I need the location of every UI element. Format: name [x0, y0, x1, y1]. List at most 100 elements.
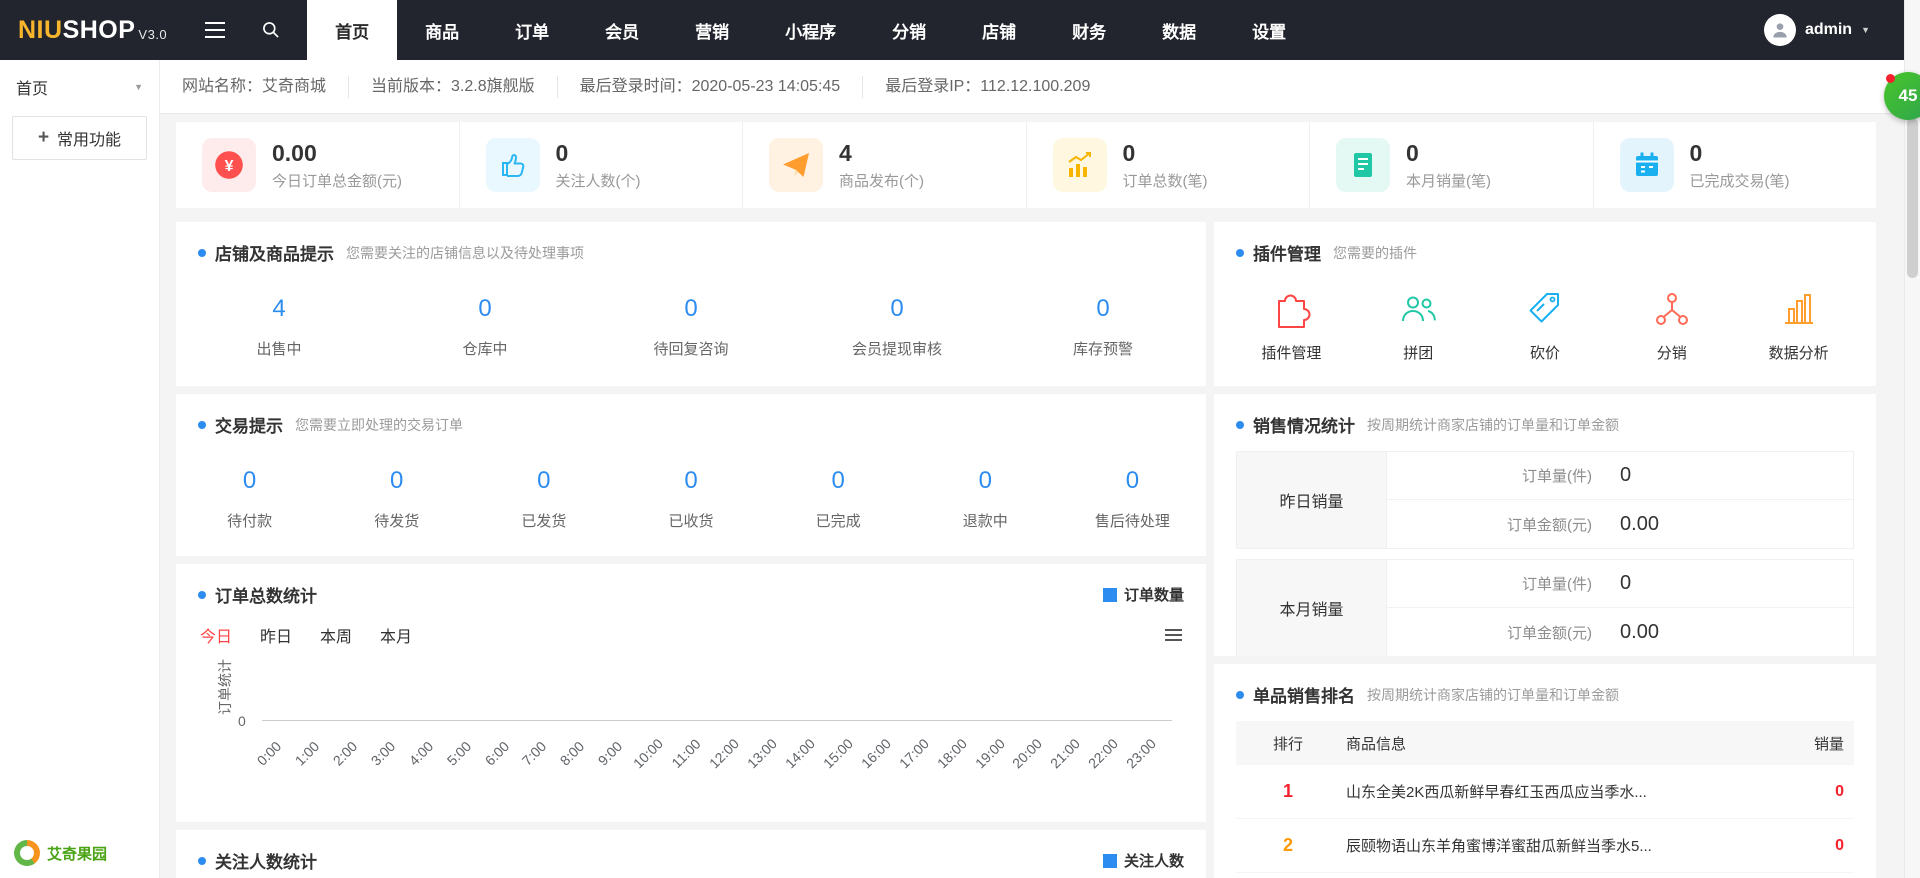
tip-withdraw-review[interactable]: 0 会员提现审核 — [794, 295, 1000, 359]
share-network-icon — [1655, 293, 1688, 325]
plugin-label: 拼团 — [1403, 345, 1434, 362]
nav-item-members[interactable]: 会员 — [577, 0, 667, 60]
nav-item-orders[interactable]: 订单 — [487, 0, 577, 60]
site-version: 当前版本：3.2.8旗舰版 — [349, 75, 558, 98]
brand-logo[interactable]: NIU SHOP V3.0 — [0, 0, 187, 60]
ranking-row[interactable]: 1 山东全美2K西瓜新鲜早春红玉西瓜应当季水... 0 — [1236, 765, 1854, 819]
sales-metric-row: 订单量(件) 0 — [1387, 452, 1853, 500]
metric-value: 0 — [1620, 464, 1632, 486]
left-column: 店铺及商品提示 您需要关注的店铺信息以及待处理事项 4 出售中 0 仓库中 0 … — [176, 222, 1206, 878]
dashboard-columns: 店铺及商品提示 您需要关注的店铺信息以及待处理事项 4 出售中 0 仓库中 0 … — [176, 222, 1876, 878]
order-chart-x-axis: 0:00 1:00 2:00 3:00 4:00 5:00 6:00 7:00 8:00 9:00… — [254, 723, 1172, 785]
logo-niu: NIU — [18, 15, 63, 44]
goods-name: 辰颐物语山东羊角蜜博洋蜜甜瓜新鲜当季水5... — [1346, 838, 1652, 855]
column-header-sales: 销量 — [1813, 735, 1844, 753]
nav-item-home[interactable]: 首页 — [307, 0, 398, 60]
tip-pending-shipment[interactable]: 0 待发货 — [323, 467, 470, 531]
puzzle-icon — [1278, 294, 1311, 328]
panel-subtitle: 您需要立即处理的交易订单 — [295, 416, 463, 433]
nav-item-finance[interactable]: 财务 — [1044, 0, 1134, 60]
tip-received[interactable]: 0 已收货 — [617, 467, 764, 531]
niushop-admin-app: NIU SHOP V3.0 首页 商品 订单 会员 营销 小程序 分销 店铺 财务 … — [0, 0, 1904, 878]
sales-metric-row: 订单量(件) 0 — [1387, 560, 1853, 608]
tip-on-sale[interactable]: 4 出售中 — [176, 295, 382, 359]
tab-this-month[interactable]: 本月 — [380, 623, 412, 647]
tip-pending-payment[interactable]: 0 待付款 — [176, 467, 323, 531]
shop-logo-text: 艾奇果园 — [47, 845, 108, 863]
tip-refunding[interactable]: 0 退款中 — [912, 467, 1059, 531]
sidebar-item-home[interactable]: 首页 ▼ — [0, 60, 159, 114]
plugin-analytics[interactable]: 数据分析 — [1735, 289, 1862, 363]
plugin-manage[interactable]: 插件管理 — [1228, 289, 1355, 363]
scrollbar-thumb[interactable] — [1907, 118, 1918, 278]
order-chart: 订单统计 0 0:00 1:00 2:00 3:00 4:00 5:00 6:00 7:00 8… — [217, 659, 1172, 785]
add-common-functions-button[interactable]: + 常用功能 — [12, 116, 147, 160]
column-header-goods: 商品信息 — [1346, 735, 1407, 753]
stat-card-total-orders[interactable]: 0 订单总数(笔) — [1027, 122, 1310, 208]
nav-item-shop[interactable]: 店铺 — [954, 0, 1044, 60]
stat-card-month-sales[interactable]: 0 本月销量(笔) — [1310, 122, 1594, 208]
logo-shop: SHOP — [62, 15, 136, 44]
stat-label: 商品发布(个) — [839, 172, 924, 190]
metric-value: 0.00 — [1620, 512, 1659, 535]
sales-period-label: 昨日销量 — [1237, 452, 1387, 548]
panel-sales-stats: 销售情况统计 按周期统计商家店铺的订单量和订单金额 昨日销量 订单量(件) 0 — [1214, 394, 1876, 656]
bullet-icon — [198, 248, 206, 257]
nav-item-distribution[interactable]: 分销 — [864, 0, 954, 60]
stat-value: 0 — [1689, 139, 1703, 166]
panel-title: 销售情况统计 — [1253, 417, 1355, 436]
stat-card-goods-published[interactable]: 4 商品发布(个) — [743, 122, 1027, 208]
stat-label: 关注人数(个) — [555, 172, 641, 190]
tip-value: 0 — [1096, 295, 1110, 322]
metric-label: 订单金额(元) — [1507, 624, 1593, 642]
nav-item-marketing[interactable]: 营销 — [667, 0, 757, 60]
price-tag-icon — [1529, 293, 1559, 323]
shop-logo-icon — [14, 840, 40, 866]
tip-label: 退款中 — [962, 513, 1008, 530]
nav-item-settings[interactable]: 设置 — [1224, 0, 1314, 60]
panel-plugins: 插件管理 您需要的插件 插件管理 拼团 砍价 分销 数据分析 — [1214, 222, 1876, 386]
tip-shipped[interactable]: 0 已发货 — [470, 467, 617, 531]
add-common-functions-label: 常用功能 — [57, 132, 122, 149]
thumbs-up-icon — [485, 138, 540, 192]
right-column: 插件管理 您需要的插件 插件管理 拼团 砍价 分销 数据分析 销售情况统计 按周… — [1214, 222, 1876, 878]
money-icon: ¥ — [202, 138, 256, 192]
stat-label: 已完成交易(笔) — [1689, 172, 1790, 190]
tip-stock-warning[interactable]: 0 库存预警 — [1000, 295, 1206, 359]
stat-card-completed-trades[interactable]: 0 已完成交易(笔) — [1594, 122, 1877, 208]
stat-card-followers[interactable]: 0 关注人数(个) — [460, 122, 743, 208]
chart-menu-icon[interactable] — [1165, 626, 1182, 644]
tip-aftersale-pending[interactable]: 0 售后待处理 — [1059, 467, 1206, 531]
plugin-group-buy[interactable]: 拼团 — [1355, 289, 1482, 363]
tab-this-week[interactable]: 本周 — [320, 623, 352, 647]
sales-group-month: 本月销量 订单量(件) 0 订单金额(元) 0.00 — [1236, 559, 1854, 656]
tip-pending-replies[interactable]: 0 待回复咨询 — [588, 295, 794, 359]
stat-card-order-amount[interactable]: ¥ 0.00 今日订单总金额(元) — [176, 122, 460, 208]
tab-today[interactable]: 今日 — [200, 623, 232, 647]
bullet-icon — [198, 420, 206, 429]
tip-label: 待回复咨询 — [653, 341, 729, 358]
tab-yesterday[interactable]: 昨日 — [260, 623, 292, 647]
plugin-distribution[interactable]: 分销 — [1608, 289, 1735, 363]
tip-value: 0 — [242, 467, 257, 494]
stat-value: 0.00 — [272, 139, 317, 166]
nav-item-data[interactable]: 数据 — [1134, 0, 1224, 60]
search-icon[interactable] — [243, 0, 299, 60]
chart-period-tabs: 今日 昨日 本周 本月 — [176, 623, 1206, 647]
bar-chart-icon — [1052, 138, 1107, 192]
menu-toggle-icon[interactable] — [187, 0, 243, 60]
plugin-bargain[interactable]: 砍价 — [1482, 289, 1609, 363]
ranking-row[interactable]: 2 辰颐物语山东羊角蜜博洋蜜甜瓜新鲜当季水5... 0 — [1236, 819, 1854, 873]
goods-name: 山东全美2K西瓜新鲜早春红玉西瓜应当季水... — [1346, 784, 1647, 801]
nav-item-miniprogram[interactable]: 小程序 — [757, 0, 864, 60]
nav-item-goods[interactable]: 商品 — [397, 0, 487, 60]
tip-in-warehouse[interactable]: 0 仓库中 — [382, 295, 588, 359]
tip-completed[interactable]: 0 已完成 — [765, 467, 912, 531]
chart-legend: 关注人数 — [1102, 850, 1184, 871]
panel-subtitle: 您需要的插件 — [1333, 244, 1417, 261]
tip-label: 已收货 — [668, 513, 714, 530]
vertical-scrollbar[interactable] — [1904, 0, 1920, 878]
plugin-label: 砍价 — [1529, 345, 1560, 362]
user-menu[interactable]: admin ▼ — [1763, 0, 1904, 60]
stat-label: 本月销量(笔) — [1406, 172, 1491, 190]
